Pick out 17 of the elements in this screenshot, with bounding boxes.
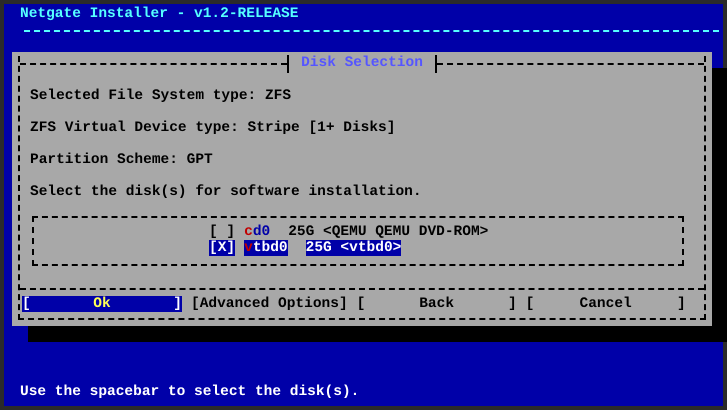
disk-description: 25G <QEMU QEMU DVD-ROM> bbox=[288, 224, 488, 240]
info-text: Partition Scheme: GPT bbox=[30, 152, 213, 168]
disk-checkbox[interactable]: [ ] bbox=[209, 224, 236, 240]
window-title: Netgate Installer - v1.2-RELEASE bbox=[19, 5, 298, 22]
dialog-button[interactable]: [ Cancel ] bbox=[526, 296, 686, 312]
dialog-button[interactable]: [Advanced Options] bbox=[191, 296, 348, 312]
info-text: Select the disk(s) for software installation. bbox=[30, 184, 422, 200]
dialog-button[interactable]: [ Ok ] bbox=[22, 296, 182, 312]
info-text: Selected File System type: ZFS bbox=[30, 88, 292, 104]
disk-checkbox[interactable]: [X] bbox=[209, 240, 236, 256]
status-text: Use the spacebar to select the disk(s). bbox=[19, 384, 360, 402]
info-text: ZFS Virtual Device type: Stripe [1+ Disks] bbox=[30, 120, 396, 136]
disk-description: 25G <vtbd0> bbox=[306, 240, 402, 256]
disk-name[interactable]: cd0 bbox=[244, 224, 270, 240]
dialog-button[interactable]: [ Back ] bbox=[356, 296, 517, 312]
disk-name[interactable]: vtbd0 bbox=[244, 240, 288, 256]
dialog-title: Disk Selection bbox=[287, 55, 437, 73]
